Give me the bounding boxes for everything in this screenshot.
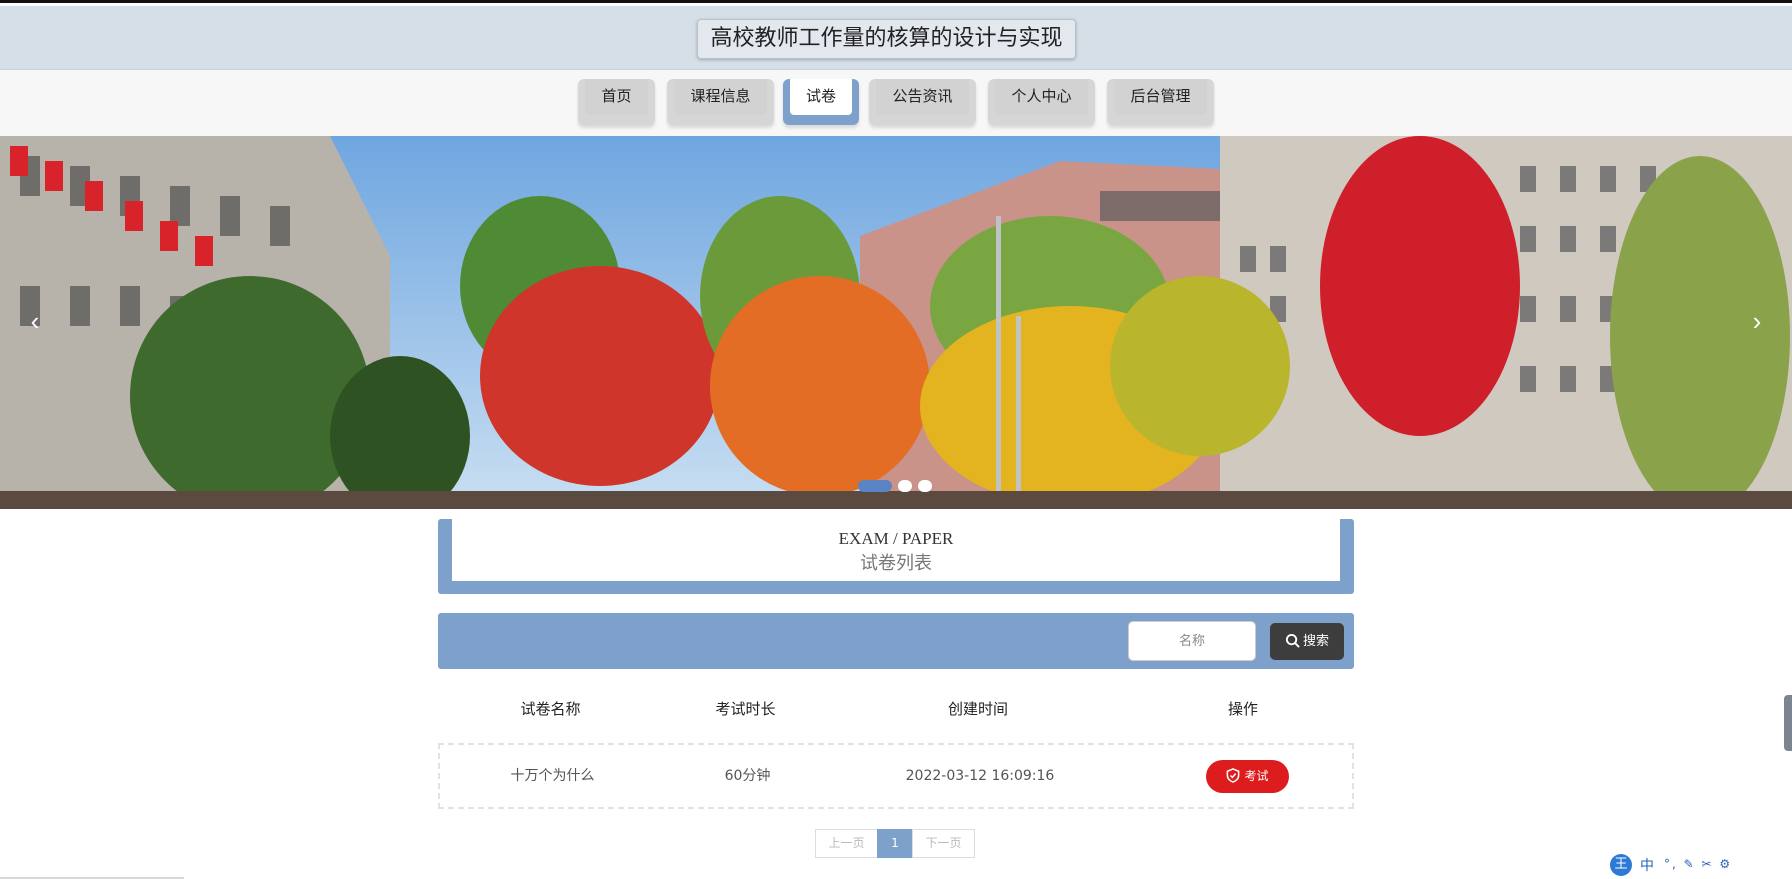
nav-item-label: 个人中心 (995, 79, 1088, 115)
search-icon (1285, 633, 1300, 648)
nav-item-home[interactable]: 首页 (578, 79, 655, 125)
take-exam-button[interactable]: 考试 (1206, 760, 1289, 793)
page-number-current[interactable]: 1 (877, 829, 913, 858)
carousel-dot[interactable] (898, 480, 912, 492)
side-drawer-handle[interactable] (1784, 695, 1792, 751)
tray-icons: °, ✎ ✂ ⚙ (1664, 857, 1733, 871)
shield-check-icon (1227, 768, 1240, 783)
nav-item-label: 公告资讯 (876, 79, 969, 115)
main-nav: 首页 课程信息 试卷 公告资讯 个人中心 后台管理 (0, 70, 1792, 136)
banner-carousel: ‹ › (0, 136, 1792, 509)
table-row: 十万个为什么 60分钟 2022-03-12 16:09:16 考试 (438, 743, 1354, 809)
search-button[interactable]: 搜索 (1270, 623, 1344, 660)
nav-item-label: 课程信息 (674, 79, 767, 115)
nav-item-news[interactable]: 公告资讯 (869, 79, 976, 125)
nav-item-admin[interactable]: 后台管理 (1107, 79, 1214, 125)
cell-duration: 60分钟 (724, 768, 771, 784)
take-exam-label: 考试 (1244, 769, 1269, 783)
search-input[interactable] (1128, 621, 1256, 661)
nav-item-profile[interactable]: 个人中心 (988, 79, 1095, 125)
section-title-cn: 试卷列表 (860, 553, 932, 574)
carousel-prev-icon[interactable]: ‹ (20, 304, 50, 338)
search-bar: 搜索 (438, 613, 1354, 669)
ime-logo-icon[interactable]: 王 (1610, 854, 1632, 876)
prev-page-button[interactable]: 上一页 (815, 829, 878, 858)
carousel-dot-active[interactable] (858, 480, 892, 492)
ime-mode[interactable]: 中 (1640, 855, 1654, 875)
nav-item-label: 试卷 (790, 79, 852, 115)
cell-name: 十万个为什么 (510, 768, 595, 784)
nav-item-exam[interactable]: 试卷 (783, 79, 859, 125)
search-button-label: 搜索 (1302, 634, 1329, 649)
cell-created: 2022-03-12 16:09:16 (905, 768, 1055, 784)
campus-photo (0, 136, 1792, 509)
column-header-action: 操作 (1227, 700, 1258, 718)
site-title: 高校教师工作量的核算的设计与实现 (697, 19, 1076, 59)
carousel-next-icon[interactable]: › (1742, 304, 1772, 338)
column-header-created: 创建时间 (947, 700, 1008, 718)
nav-item-courses[interactable]: 课程信息 (667, 79, 774, 125)
system-tray: 王 中 °, ✎ ✂ ⚙ (1606, 851, 1792, 879)
next-page-button[interactable]: 下一页 (912, 829, 975, 858)
section-title-inner: EXAM / PAPER 试卷列表 (452, 519, 1340, 581)
column-header-name: 试卷名称 (520, 700, 581, 718)
table-header: 试卷名称 考试时长 创建时间 操作 (438, 689, 1354, 729)
column-header-duration: 考试时长 (715, 700, 776, 718)
nav-item-label: 后台管理 (1114, 79, 1207, 115)
nav-item-label: 首页 (585, 79, 648, 115)
site-header: 高校教师工作量的核算的设计与实现 (0, 6, 1792, 70)
section-title-box: EXAM / PAPER 试卷列表 (438, 519, 1354, 594)
section-title-en: EXAM / PAPER (838, 529, 954, 548)
carousel-dot[interactable] (918, 480, 932, 492)
